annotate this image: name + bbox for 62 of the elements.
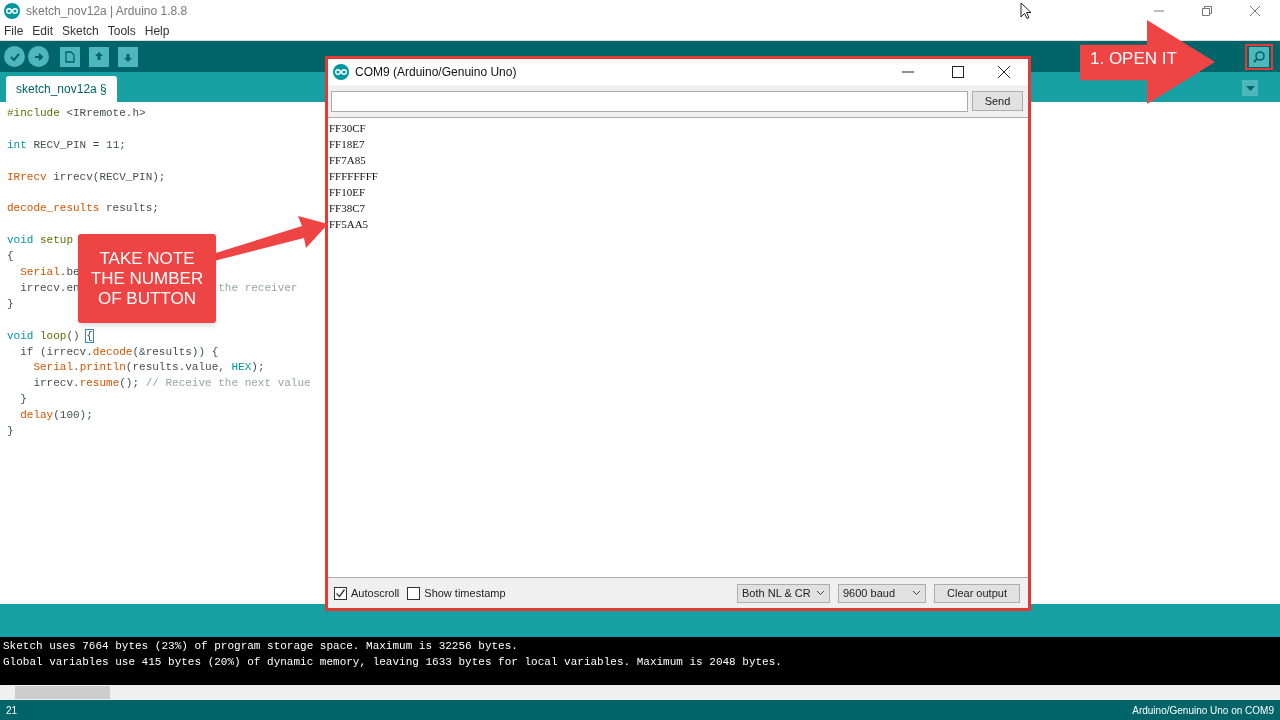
new-button[interactable] [60,46,80,67]
chevron-icon [816,590,825,596]
serial-monitor-button[interactable] [1245,43,1273,70]
code-line: void loop() { [7,328,93,344]
send-button[interactable]: Send [972,91,1023,111]
checkbox[interactable] [334,586,347,600]
dropdown[interactable]: 9600 baud [838,583,926,603]
tab-menu-button[interactable] [1242,80,1258,96]
arrow-up-icon [94,50,104,63]
code-line: } [7,296,14,312]
sketch-tab[interactable]: sketch_nov12a § [6,76,117,102]
output-line: FFFFFFFF [329,169,378,184]
console-line: Global variables use 415 bytes (20%) of dynamic memory, leaving 1633 bytes for local variables. Maximum is 2048 bytes. [3,655,783,670]
upload-button[interactable] [28,46,49,67]
checkbox-label: Show timestamp [424,585,506,601]
code-line: Serial.println(results.value, HEX); [32,360,265,376]
arrow-right-icon [32,50,45,63]
close-icon[interactable] [998,66,1010,78]
code-line: int RECV_PIN = 11; [7,137,126,153]
dropdown[interactable]: Both NL & CR [737,583,830,603]
code-line: { [7,249,14,265]
code-line: #include <IRremote.h> [7,106,146,121]
output-line: FF10EF [329,185,366,200]
chevron-icon [912,590,921,596]
save-button[interactable] [118,46,138,67]
output-line: FF7A85 [329,153,366,168]
code-line: irrecv.resume(); // Receive the next value [32,376,311,392]
restore-icon[interactable] [1202,5,1212,16]
output-line: FF30CF [329,121,366,136]
code-line: if (irrecv.decode(&results)) { [19,344,219,360]
document-icon [65,50,75,63]
maximize-icon[interactable] [952,66,964,78]
app-logo-icon [333,64,349,80]
code-line: } [19,392,27,408]
menu-item[interactable]: Tools [107,21,136,40]
window-title: COM9 (Arduino/Genuino Uno) [355,64,517,81]
callout-text: 1. OPEN IT [1090,48,1177,70]
console-line: Sketch uses 7664 bytes (23%) of program storage space. Maximum is 32256 bytes. [3,639,519,654]
checkbox[interactable] [407,586,421,600]
checkbox-label: Autoscroll [351,585,400,601]
code-line: } [7,424,14,440]
menu-item[interactable]: File [4,21,24,40]
code-line: delay(100); [19,408,93,424]
caret-icon [1245,85,1255,91]
window-title: sketch_nov12a | Arduino 1.8.8 [26,2,188,20]
code-line: void setup [7,233,74,249]
code-line: decode_results results; [7,201,159,217]
code-line: IRrecv irrecv(RECV_PIN); [7,169,166,185]
clear-output-button[interactable]: Clear output [934,583,1020,603]
output-line: FF5AA5 [329,217,369,232]
output-line: FF18E7 [329,137,365,152]
board-status: Arduino/Genuino Uno on COM9 [1132,703,1274,718]
menu-item[interactable]: Edit [32,21,54,40]
message-field[interactable] [331,90,968,112]
output-line: FF38C7 [329,201,366,216]
menu-item[interactable]: Help [144,21,170,40]
line-number: 21 [6,703,18,718]
open-button[interactable] [89,46,109,67]
menu-item[interactable]: Sketch [62,21,99,40]
verify-button[interactable] [4,46,25,67]
scrollbar-thumb[interactable] [15,686,110,699]
magnifier-icon [1252,49,1266,64]
